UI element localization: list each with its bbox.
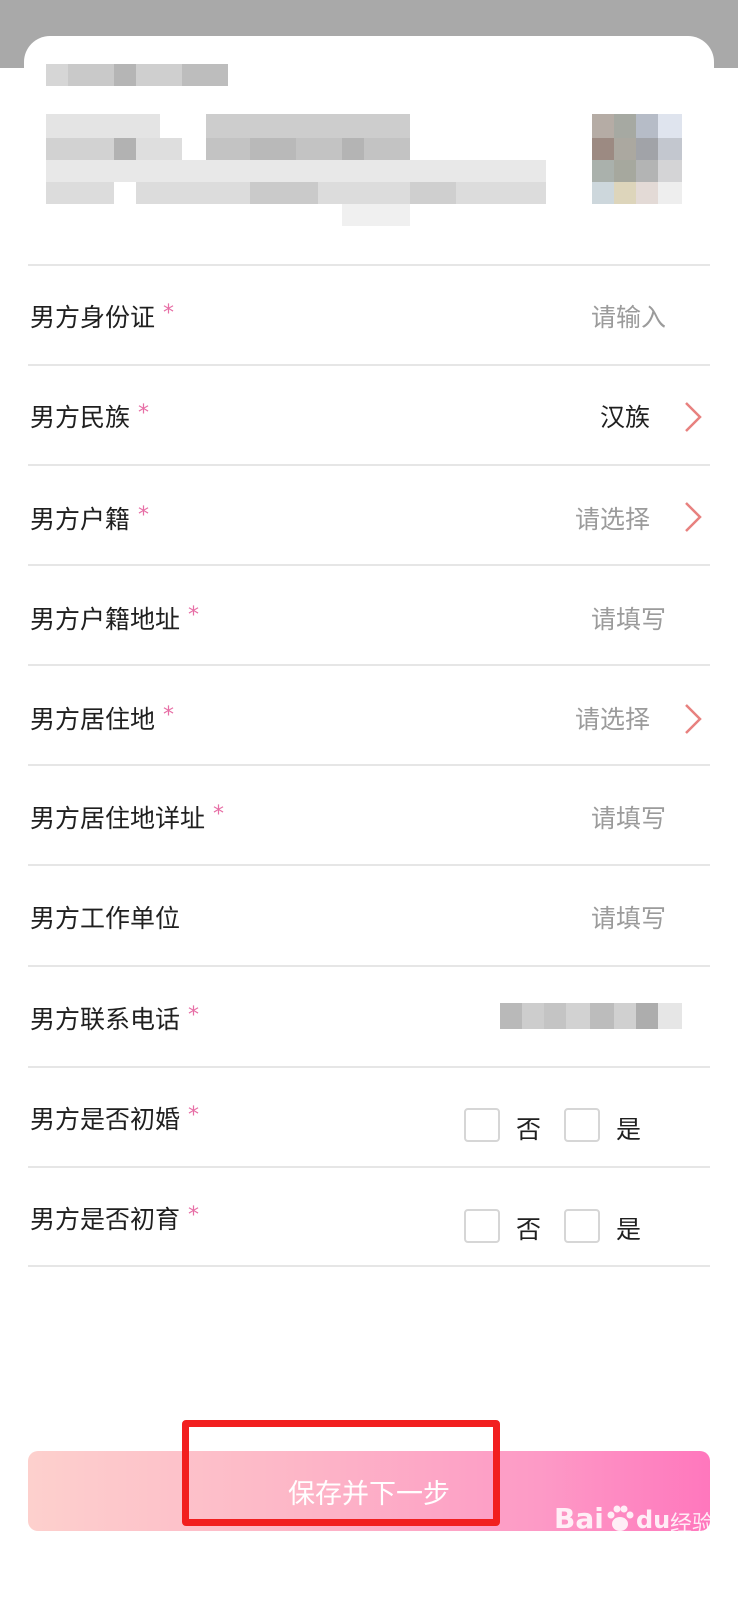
row-label: 男方是否初育 * bbox=[30, 1203, 200, 1234]
watermark-url: jingyan.baidu.com bbox=[566, 1540, 677, 1554]
checkbox-no[interactable] bbox=[464, 1108, 500, 1142]
row-label: 男方是否初婚 * bbox=[30, 1103, 200, 1134]
phone-input-blurred[interactable] bbox=[500, 1003, 684, 1029]
chevron-right-icon[interactable] bbox=[682, 702, 704, 736]
ethnicity-value[interactable]: 汉族 bbox=[600, 398, 650, 434]
form-row-phone[interactable]: 男方联系电话 * bbox=[28, 965, 710, 1066]
option-label-no[interactable]: 否 bbox=[516, 1110, 541, 1146]
row-label: 男方居住地 * bbox=[30, 703, 175, 734]
form-row-first-birth: 男方是否初育 * 否 是 bbox=[28, 1166, 710, 1265]
form-row-first-marriage: 男方是否初婚 * 否 是 bbox=[28, 1066, 710, 1166]
form-row-household-address[interactable]: 男方户籍地址 * 请填写 bbox=[28, 564, 710, 664]
household-address-input[interactable]: 请填写 bbox=[591, 600, 666, 636]
row-label: 男方民族 * bbox=[30, 401, 150, 432]
watermark: Bai du 经验 jingyan.baidu.com bbox=[540, 1500, 730, 1560]
row-label: 男方居住地详址 * bbox=[30, 802, 225, 833]
form-row-employer[interactable]: 男方工作单位 请填写 bbox=[28, 864, 710, 965]
chevron-right-icon[interactable] bbox=[682, 400, 704, 434]
watermark-text: 经验 bbox=[670, 1512, 715, 1537]
checkbox-yes[interactable] bbox=[564, 1209, 600, 1243]
id-card-input[interactable]: 请输入 bbox=[591, 298, 666, 334]
form-row-ethnicity[interactable]: 男方民族 * 汉族 bbox=[28, 364, 710, 464]
row-label: 男方联系电话 * bbox=[30, 1003, 200, 1034]
watermark-brand-2: du bbox=[636, 1506, 671, 1534]
employer-input[interactable]: 请填写 bbox=[591, 899, 666, 935]
residence-select[interactable]: 请选择 bbox=[575, 700, 650, 736]
form-row-residence[interactable]: 男方居住地 * 请选择 bbox=[28, 664, 710, 764]
row-label: 男方身份证 * bbox=[30, 301, 175, 332]
checkbox-yes[interactable] bbox=[564, 1108, 600, 1142]
row-label: 男方户籍 * bbox=[30, 503, 150, 534]
form-row-residence-detail[interactable]: 男方居住地详址 * 请填写 bbox=[28, 764, 710, 864]
row-label: 男方户籍地址 * bbox=[30, 603, 200, 634]
form-row-id-card[interactable]: 男方身份证 * 请输入 bbox=[28, 264, 710, 364]
option-label-yes[interactable]: 是 bbox=[616, 1110, 641, 1146]
watermark-brand: Bai bbox=[554, 1502, 604, 1535]
residence-detail-input[interactable]: 请填写 bbox=[591, 799, 666, 835]
row-label: 男方工作单位 bbox=[30, 904, 181, 933]
option-label-yes[interactable]: 是 bbox=[616, 1210, 641, 1246]
chevron-right-icon[interactable] bbox=[682, 500, 704, 534]
divider bbox=[28, 1265, 710, 1267]
household-select[interactable]: 请选择 bbox=[575, 500, 650, 536]
blurred-header bbox=[0, 0, 738, 240]
paw-icon bbox=[607, 1505, 634, 1531]
checkbox-no[interactable] bbox=[464, 1209, 500, 1243]
option-label-no[interactable]: 否 bbox=[516, 1210, 541, 1246]
form-row-household[interactable]: 男方户籍 * 请选择 bbox=[28, 464, 710, 564]
